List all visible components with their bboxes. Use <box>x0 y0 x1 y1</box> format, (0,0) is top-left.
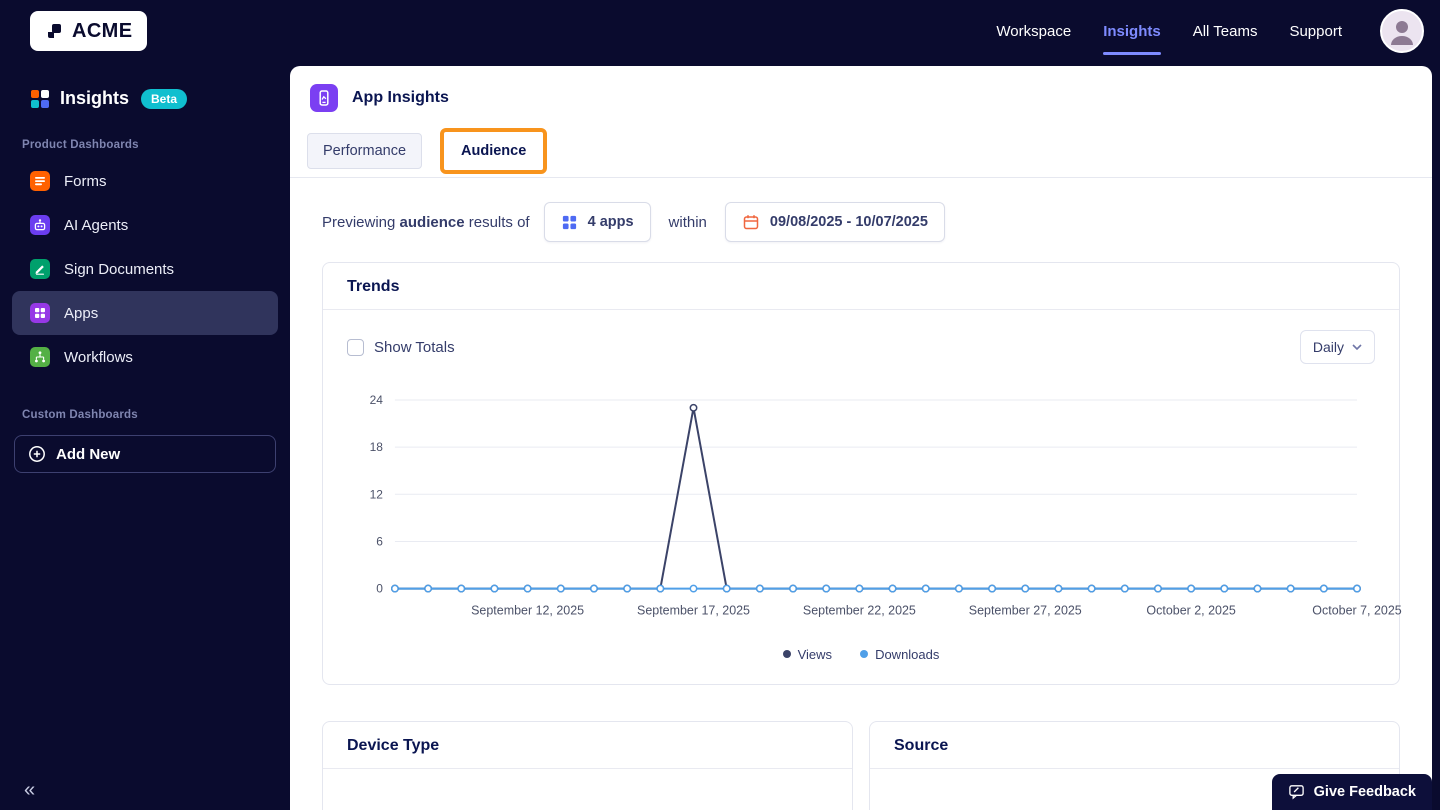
svg-text:September 22, 2025: September 22, 2025 <box>803 604 916 618</box>
calendar-icon <box>743 215 759 230</box>
nav-workspace[interactable]: Workspace <box>996 17 1071 46</box>
workflow-icon <box>30 347 50 367</box>
source-title: Source <box>894 736 949 754</box>
sidebar-header: Insights Beta <box>0 62 290 109</box>
app-insights-icon <box>310 84 338 112</box>
sidebar-menu: Forms AI Agents Sign Documents Apps Work… <box>0 159 290 379</box>
feedback-icon <box>1288 785 1304 800</box>
apps-selector-button[interactable]: 4 apps <box>543 202 651 242</box>
add-new-button[interactable]: Add New <box>14 435 276 473</box>
sidebar-item-label: Workflows <box>64 348 133 366</box>
svg-text:September 27, 2025: September 27, 2025 <box>969 604 1082 618</box>
svg-text:September 17, 2025: September 17, 2025 <box>637 604 750 618</box>
legend-downloads[interactable]: Downloads <box>860 647 939 662</box>
trends-card-header: Trends <box>323 263 1399 310</box>
legend-views[interactable]: Views <box>782 646 833 662</box>
topbar: ACME Workspace Insights All Teams Suppor… <box>0 0 1440 62</box>
date-range-label: 09/08/2025 - 10/07/2025 <box>769 214 928 230</box>
sidebar-title: Insights <box>60 88 130 108</box>
nav-insights[interactable]: Insights <box>1103 17 1161 55</box>
trends-chart: 0 6 12 18 24 September 12, 2025 September 17, … <box>323 364 1402 631</box>
views-legend-dot <box>782 650 791 659</box>
downloads-legend-label: Downloads <box>875 646 940 662</box>
svg-text:24: 24 <box>370 393 384 407</box>
sidebar-item-ai-agents[interactable]: AI Agents <box>12 203 278 247</box>
main-panel: App Insights Performance Audience Previe… <box>290 66 1432 810</box>
sidebar-item-workflows[interactable]: Workflows <box>12 335 278 379</box>
svg-text:October 7, 2025: October 7, 2025 <box>1312 604 1401 618</box>
section-custom-dashboards: Custom Dashboards <box>22 409 138 421</box>
svg-text:0: 0 <box>376 582 383 596</box>
page-title: App Insights <box>352 89 449 106</box>
nav-support[interactable]: Support <box>1289 17 1342 46</box>
top-nav: Workspace Insights All Teams Support <box>996 9 1424 55</box>
trends-title: Trends <box>347 278 400 295</box>
show-totals-checkbox[interactable] <box>347 338 364 356</box>
filter-bar: Previewing audience results of 4 apps wi… <box>290 178 1432 262</box>
signature-icon <box>30 259 50 279</box>
main-area: App Insights Performance Audience Previe… <box>290 62 1440 810</box>
svg-text:6: 6 <box>376 534 383 548</box>
give-feedback-button[interactable]: Give Feedback <box>1271 774 1432 810</box>
sidebar-item-sign-documents[interactable]: Sign Documents <box>12 247 278 291</box>
nav-all-teams[interactable]: All Teams <box>1193 17 1258 46</box>
interval-value: Daily <box>1312 339 1344 355</box>
svg-text:September 12, 2025: September 12, 2025 <box>471 604 584 618</box>
date-range-button[interactable]: 09/08/2025 - 10/07/2025 <box>724 202 945 242</box>
downloads-legend-dot <box>860 650 869 659</box>
section-product-dashboards: Product Dashboards <box>22 139 139 151</box>
page-header: App Insights <box>290 66 1432 124</box>
sidebar-item-label: AI Agents <box>64 216 129 234</box>
robot-icon <box>30 215 50 235</box>
svg-text:18: 18 <box>370 440 384 454</box>
trends-controls: Show Totals Daily <box>323 310 1399 364</box>
person-icon <box>1391 21 1413 45</box>
svg-text:October 2, 2025: October 2, 2025 <box>1146 604 1235 618</box>
tab-audience[interactable]: Audience <box>446 133 542 168</box>
source-header: Source <box>870 722 1399 769</box>
show-totals-label: Show Totals <box>374 338 455 356</box>
sidebar-item-forms[interactable]: Forms <box>12 159 278 203</box>
acme-logo-text: ACME <box>72 19 133 42</box>
apps-selector-label: 4 apps <box>587 214 634 230</box>
device-type-header: Device Type <box>323 722 852 769</box>
svg-text:12: 12 <box>370 487 384 501</box>
bottom-cards: Device Type Source <box>322 720 1400 810</box>
filter-text: Previewing audience results of <box>322 213 530 231</box>
sidebar-item-label: Forms <box>64 172 107 190</box>
acme-logo[interactable]: ACME <box>30 11 147 51</box>
trends-card: Trends Show Totals Daily 0 6 12 18 24 Septemb… <box>322 262 1402 685</box>
interval-dropdown[interactable]: Daily <box>1299 330 1375 364</box>
device-type-title: Device Type <box>347 736 440 754</box>
beta-badge: Beta <box>141 88 188 109</box>
forms-icon <box>30 171 50 191</box>
sidebar-item-label: Apps <box>64 304 99 322</box>
chevron-down-icon <box>1352 344 1362 350</box>
device-type-card: Device Type <box>322 720 853 810</box>
add-new-label: Add New <box>56 445 121 463</box>
chart-legend: Views Downloads <box>323 631 1399 684</box>
avatar[interactable] <box>1380 9 1424 53</box>
trend-line-chart: 0 6 12 18 24 September 12, 2025 September 17, … <box>370 393 1402 618</box>
collapse-sidebar-button[interactable]: « <box>24 780 35 800</box>
give-feedback-label: Give Feedback <box>1313 783 1416 800</box>
insights-icon <box>31 89 49 108</box>
within-label: within <box>668 213 707 231</box>
sidebar: Insights Beta Product Dashboards Forms A… <box>0 62 290 810</box>
sidebar-item-apps[interactable]: Apps <box>12 291 278 335</box>
acme-logo-icon <box>48 24 61 38</box>
apps-grid-icon <box>30 303 50 323</box>
tab-performance[interactable]: Performance <box>307 132 423 169</box>
apps-selector-icon <box>562 215 576 229</box>
annotation-highlight: Audience <box>440 127 548 174</box>
sidebar-item-label: Sign Documents <box>64 260 175 278</box>
tabs: Performance Audience <box>290 124 1432 178</box>
show-totals-toggle[interactable]: Show Totals <box>347 338 455 356</box>
plus-icon <box>29 446 45 462</box>
views-legend-label: Views <box>797 646 833 662</box>
